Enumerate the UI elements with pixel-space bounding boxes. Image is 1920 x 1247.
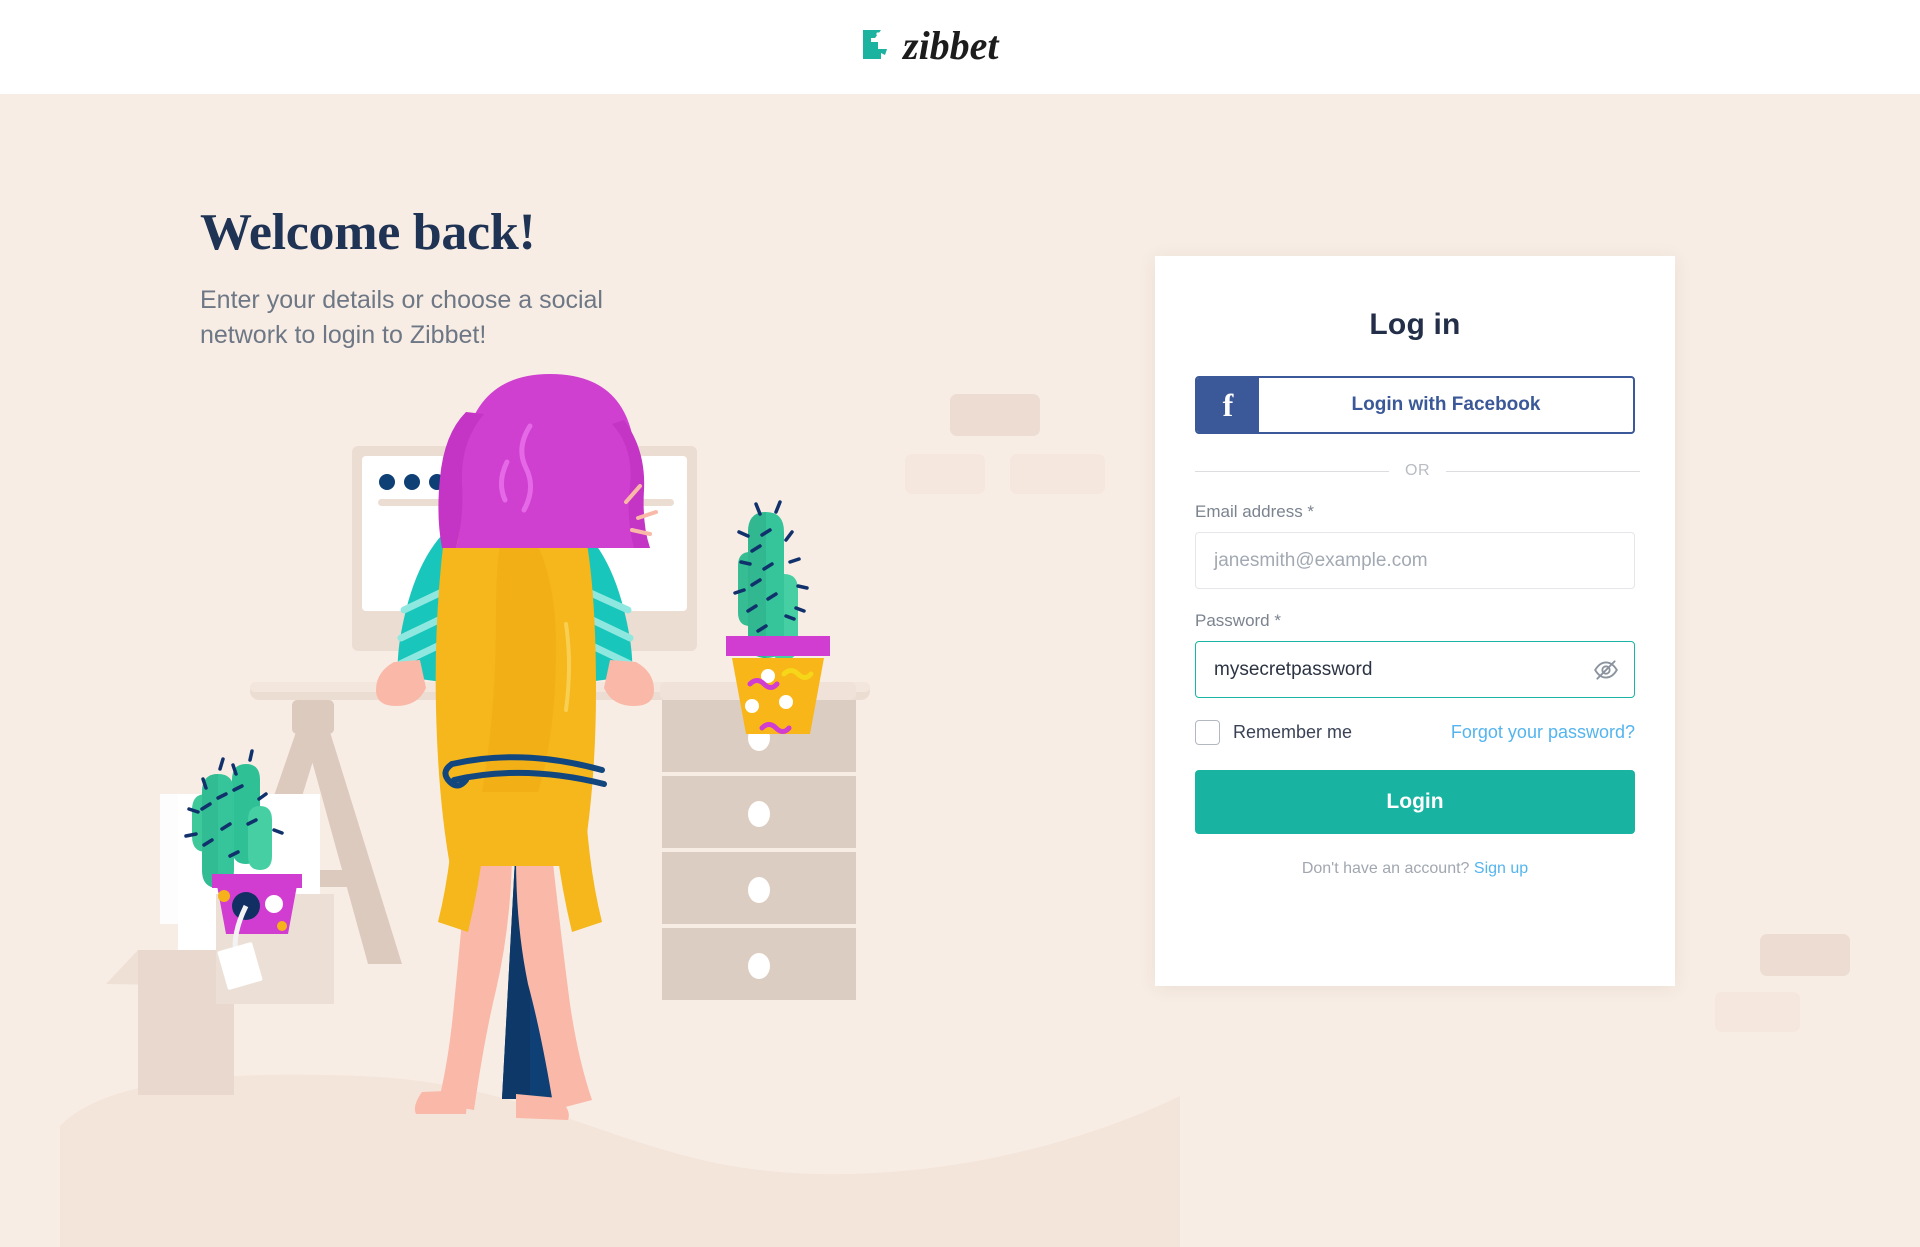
facebook-login-button[interactable]: f Login with Facebook <box>1195 376 1635 434</box>
site-header: zibbet <box>0 0 1920 94</box>
svg-text:zibbet: zibbet <box>901 23 1000 68</box>
zibbet-wordmark: zibbet <box>901 23 1069 71</box>
email-field-group: Email address * janesmith@example.com <box>1195 502 1635 589</box>
eye-off-icon[interactable] <box>1593 657 1619 683</box>
signup-row: Don't have an account? Sign up <box>1195 860 1635 878</box>
woman-at-desk-illustration <box>60 234 1180 1244</box>
signup-link[interactable]: Sign up <box>1474 860 1528 877</box>
login-submit-button[interactable]: Login <box>1195 770 1635 834</box>
zibbet-swan-icon <box>851 25 893 69</box>
email-input[interactable]: janesmith@example.com <box>1195 532 1635 589</box>
signup-prompt: Don't have an account? <box>1301 860 1470 877</box>
email-label: Email address * <box>1195 502 1315 521</box>
forgot-password-link[interactable]: Forgot your password? <box>1451 722 1635 743</box>
divider-line-left <box>1195 470 1389 472</box>
page-body: Welcome back! Enter your details or choo… <box>0 94 1920 1247</box>
hero-text-block: Welcome back! Enter your details or choo… <box>200 204 630 352</box>
or-divider: OR <box>1195 462 1640 480</box>
divider-line-right <box>1446 470 1640 472</box>
pebbles-shape <box>140 1240 616 1244</box>
facebook-login-label: Login with Facebook <box>1351 394 1541 415</box>
login-card-title: Log in <box>1369 308 1461 341</box>
page-subtitle: Enter your details or choose a social ne… <box>200 286 603 349</box>
divider-label: OR <box>1405 462 1430 479</box>
large-cactus-shape <box>726 500 830 734</box>
facebook-f-icon: f <box>1197 378 1259 432</box>
remember-me-checkbox[interactable] <box>1195 720 1220 745</box>
remember-me-label: Remember me <box>1233 722 1353 742</box>
password-input[interactable]: mysecretpassword <box>1195 641 1635 698</box>
remember-me-control[interactable]: Remember me <box>1195 720 1352 745</box>
wall-brick <box>1715 992 1800 1032</box>
password-label: Password * <box>1195 611 1281 630</box>
zibbet-logo[interactable]: zibbet <box>851 23 1069 71</box>
page-title: Welcome back! <box>200 204 536 261</box>
login-card: Log in f Login with Facebook OR Email ad… <box>1155 256 1675 986</box>
remember-forgot-row: Remember me Forgot your password? <box>1195 720 1635 745</box>
wall-brick <box>1760 934 1850 976</box>
password-field-group: Password * mysecretpassword <box>1195 611 1635 698</box>
